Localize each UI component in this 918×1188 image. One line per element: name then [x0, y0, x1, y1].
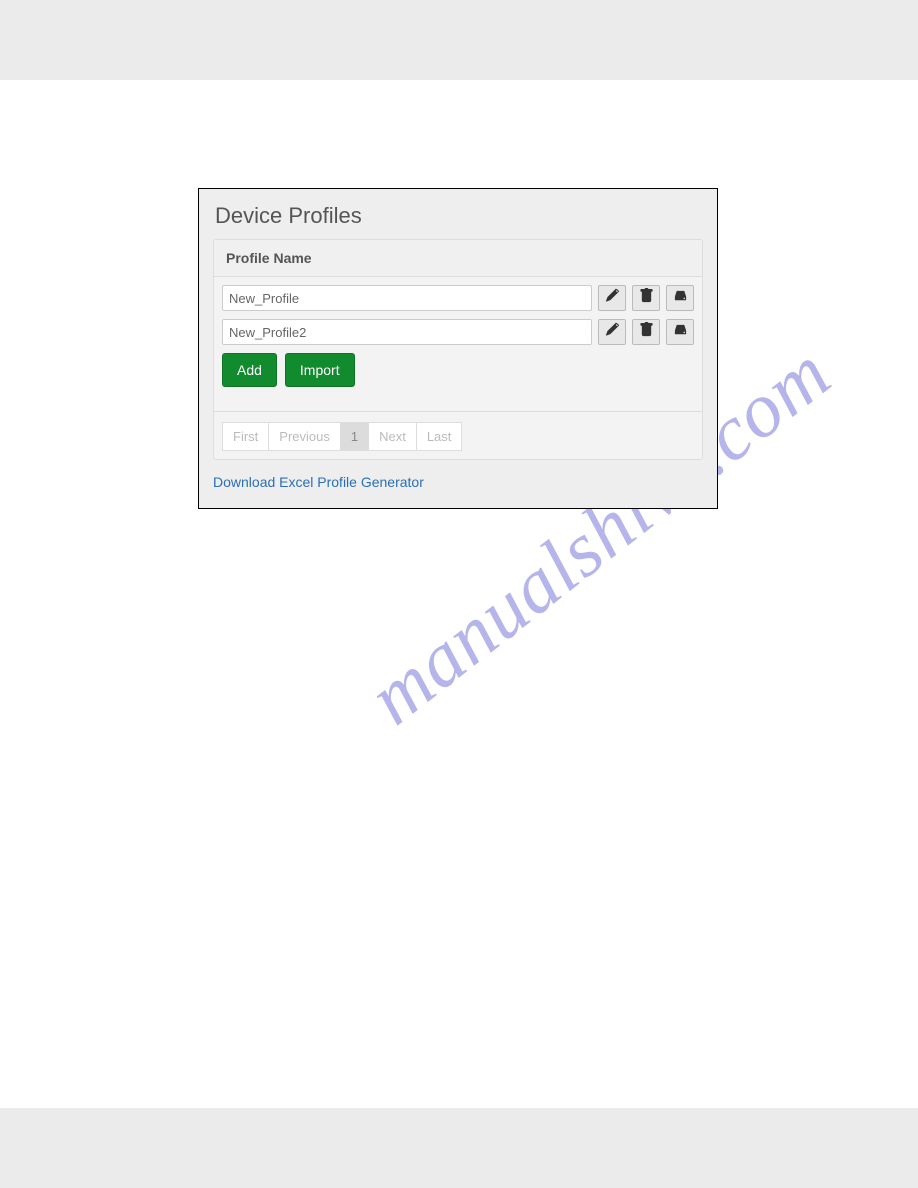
export-button[interactable] — [666, 285, 694, 311]
pagination: First Previous 1 Next Last — [214, 411, 702, 459]
top-band — [0, 0, 918, 80]
profile-name-input[interactable] — [222, 319, 592, 345]
add-button[interactable]: Add — [222, 353, 277, 387]
profile-name-input[interactable] — [222, 285, 592, 311]
trash-icon — [639, 288, 654, 308]
profiles-table: Profile Name — [213, 239, 703, 460]
page-previous-button[interactable]: Previous — [268, 422, 341, 451]
delete-button[interactable] — [632, 319, 660, 345]
bottom-band — [0, 1108, 918, 1188]
table-row — [222, 285, 694, 311]
drive-icon — [673, 322, 688, 342]
edit-button[interactable] — [598, 285, 626, 311]
page-first-button[interactable]: First — [222, 422, 269, 451]
page-1-button[interactable]: 1 — [340, 422, 369, 451]
drive-icon — [673, 288, 688, 308]
device-profiles-panel: Device Profiles Profile Name — [198, 188, 718, 509]
edit-button[interactable] — [598, 319, 626, 345]
page-last-button[interactable]: Last — [416, 422, 463, 451]
download-excel-link[interactable]: Download Excel Profile Generator — [213, 474, 424, 490]
pencil-icon — [605, 322, 620, 342]
delete-button[interactable] — [632, 285, 660, 311]
panel-title: Device Profiles — [213, 199, 703, 239]
pencil-icon — [605, 288, 620, 308]
table-body: Add Import — [214, 277, 702, 397]
trash-icon — [639, 322, 654, 342]
export-button[interactable] — [666, 319, 694, 345]
table-row — [222, 319, 694, 345]
import-button[interactable]: Import — [285, 353, 355, 387]
action-row: Add Import — [222, 353, 694, 387]
page-next-button[interactable]: Next — [368, 422, 417, 451]
column-header-profile-name: Profile Name — [214, 240, 702, 277]
